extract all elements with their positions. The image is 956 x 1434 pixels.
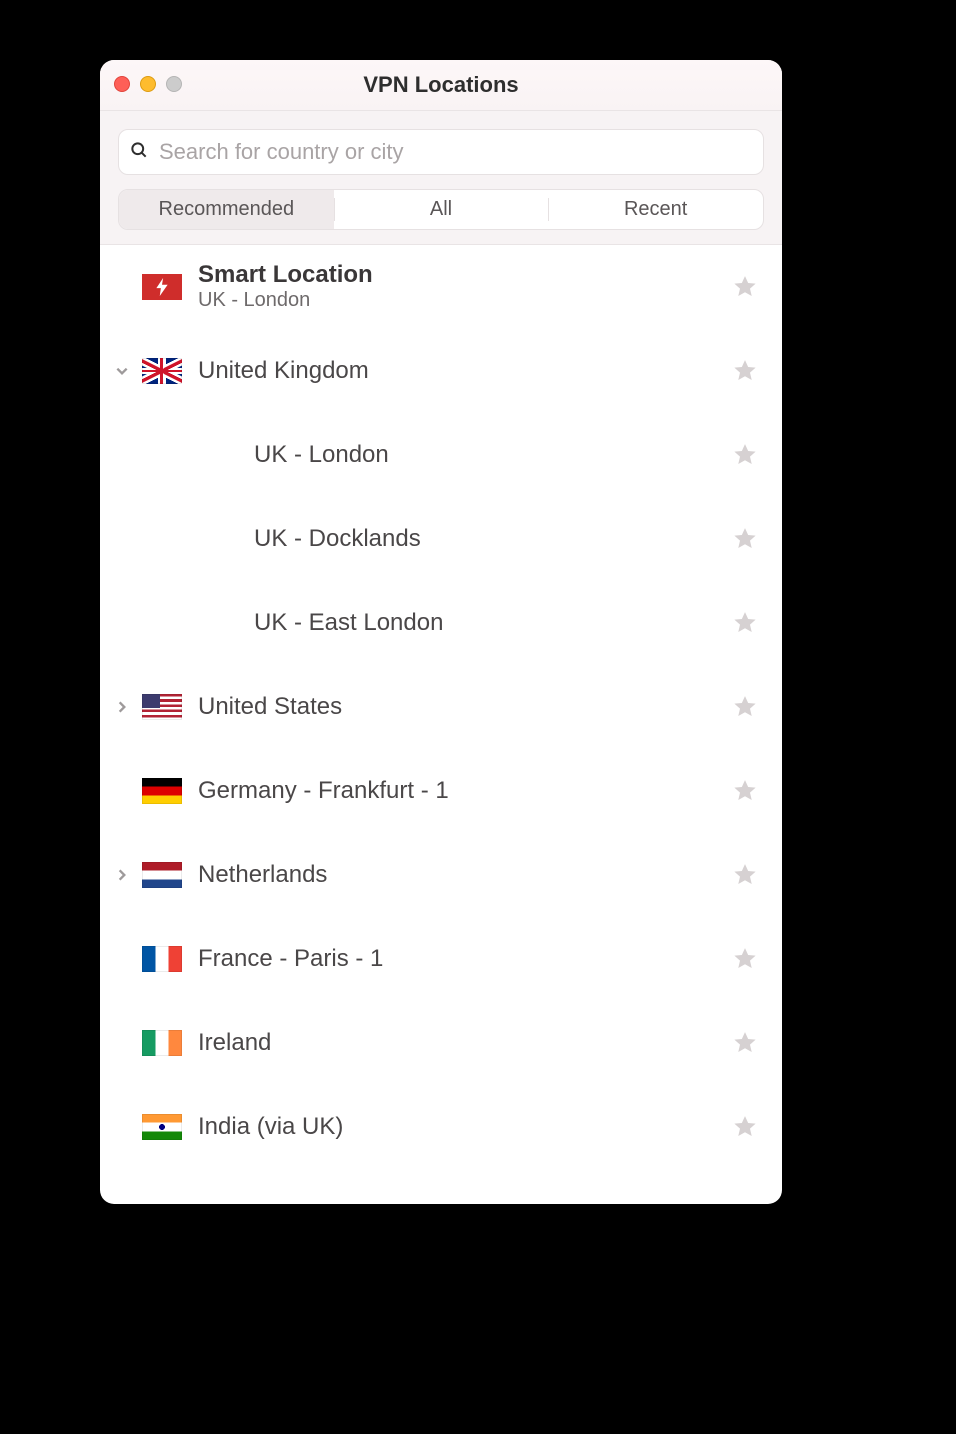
chevron-down-icon[interactable] xyxy=(108,364,136,378)
flag-icon xyxy=(142,694,182,720)
minimize-window-button[interactable] xyxy=(140,76,156,92)
location-row[interactable]: Ireland xyxy=(100,1001,782,1085)
location-name: UK - Docklands xyxy=(254,525,732,553)
vpn-locations-window: VPN Locations Recommended All Recent xyxy=(100,60,782,1204)
location-subrow[interactable]: UK - East London xyxy=(100,581,782,665)
favorite-star-icon[interactable] xyxy=(732,1114,758,1140)
location-row[interactable]: France - Paris - 1 xyxy=(100,917,782,1001)
flag-icon xyxy=(142,862,182,888)
location-row[interactable]: United Kingdom xyxy=(100,329,782,413)
tab-all[interactable]: All xyxy=(334,190,549,229)
search-icon xyxy=(129,140,149,165)
smart-location-row[interactable]: Smart Location UK - London xyxy=(100,245,782,329)
flag-icon xyxy=(142,358,182,384)
location-name: United States xyxy=(198,693,732,721)
location-subrow[interactable]: UK - Docklands xyxy=(100,497,782,581)
flag-icon xyxy=(142,1114,182,1140)
titlebar: VPN Locations xyxy=(100,60,782,111)
close-window-button[interactable] xyxy=(114,76,130,92)
tab-recommended[interactable]: Recommended xyxy=(119,190,334,229)
location-name: Ireland xyxy=(198,1029,732,1057)
smart-location-icon xyxy=(142,274,182,300)
location-row[interactable]: United States xyxy=(100,665,782,749)
favorite-star-icon[interactable] xyxy=(732,610,758,636)
toolbar: Recommended All Recent xyxy=(100,111,782,245)
location-name: United Kingdom xyxy=(198,357,732,385)
location-name: UK - East London xyxy=(254,609,732,637)
location-name: India (via UK) xyxy=(198,1113,732,1141)
location-name: Netherlands xyxy=(198,861,732,889)
location-list[interactable]: Smart Location UK - London United Kingdo… xyxy=(100,245,782,1204)
location-name: UK - London xyxy=(254,441,732,469)
flag-icon xyxy=(142,778,182,804)
chevron-right-icon[interactable] xyxy=(108,700,136,714)
smart-location-subtitle: UK - London xyxy=(198,289,732,312)
favorite-star-icon[interactable] xyxy=(732,1030,758,1056)
smart-location-title: Smart Location xyxy=(198,262,732,288)
favorite-star-icon[interactable] xyxy=(732,274,758,300)
tabs: Recommended All Recent xyxy=(118,189,764,230)
favorite-star-icon[interactable] xyxy=(732,526,758,552)
location-row[interactable]: Germany - Frankfurt - 1 xyxy=(100,749,782,833)
favorite-star-icon[interactable] xyxy=(732,778,758,804)
window-title: VPN Locations xyxy=(100,72,782,98)
search-field[interactable] xyxy=(118,129,764,175)
location-subrow[interactable]: UK - London xyxy=(100,413,782,497)
flag-icon xyxy=(142,1030,182,1056)
favorite-star-icon[interactable] xyxy=(732,862,758,888)
tab-recent[interactable]: Recent xyxy=(548,190,763,229)
chevron-right-icon[interactable] xyxy=(108,868,136,882)
flag-icon xyxy=(142,946,182,972)
zoom-window-button[interactable] xyxy=(166,76,182,92)
location-name: France - Paris - 1 xyxy=(198,945,732,973)
location-name: Germany - Frankfurt - 1 xyxy=(198,777,732,805)
window-controls xyxy=(114,76,182,92)
favorite-star-icon[interactable] xyxy=(732,358,758,384)
search-input[interactable] xyxy=(157,138,753,166)
location-row[interactable]: India (via UK) xyxy=(100,1085,782,1169)
location-row[interactable]: Netherlands xyxy=(100,833,782,917)
favorite-star-icon[interactable] xyxy=(732,442,758,468)
favorite-star-icon[interactable] xyxy=(732,694,758,720)
favorite-star-icon[interactable] xyxy=(732,946,758,972)
